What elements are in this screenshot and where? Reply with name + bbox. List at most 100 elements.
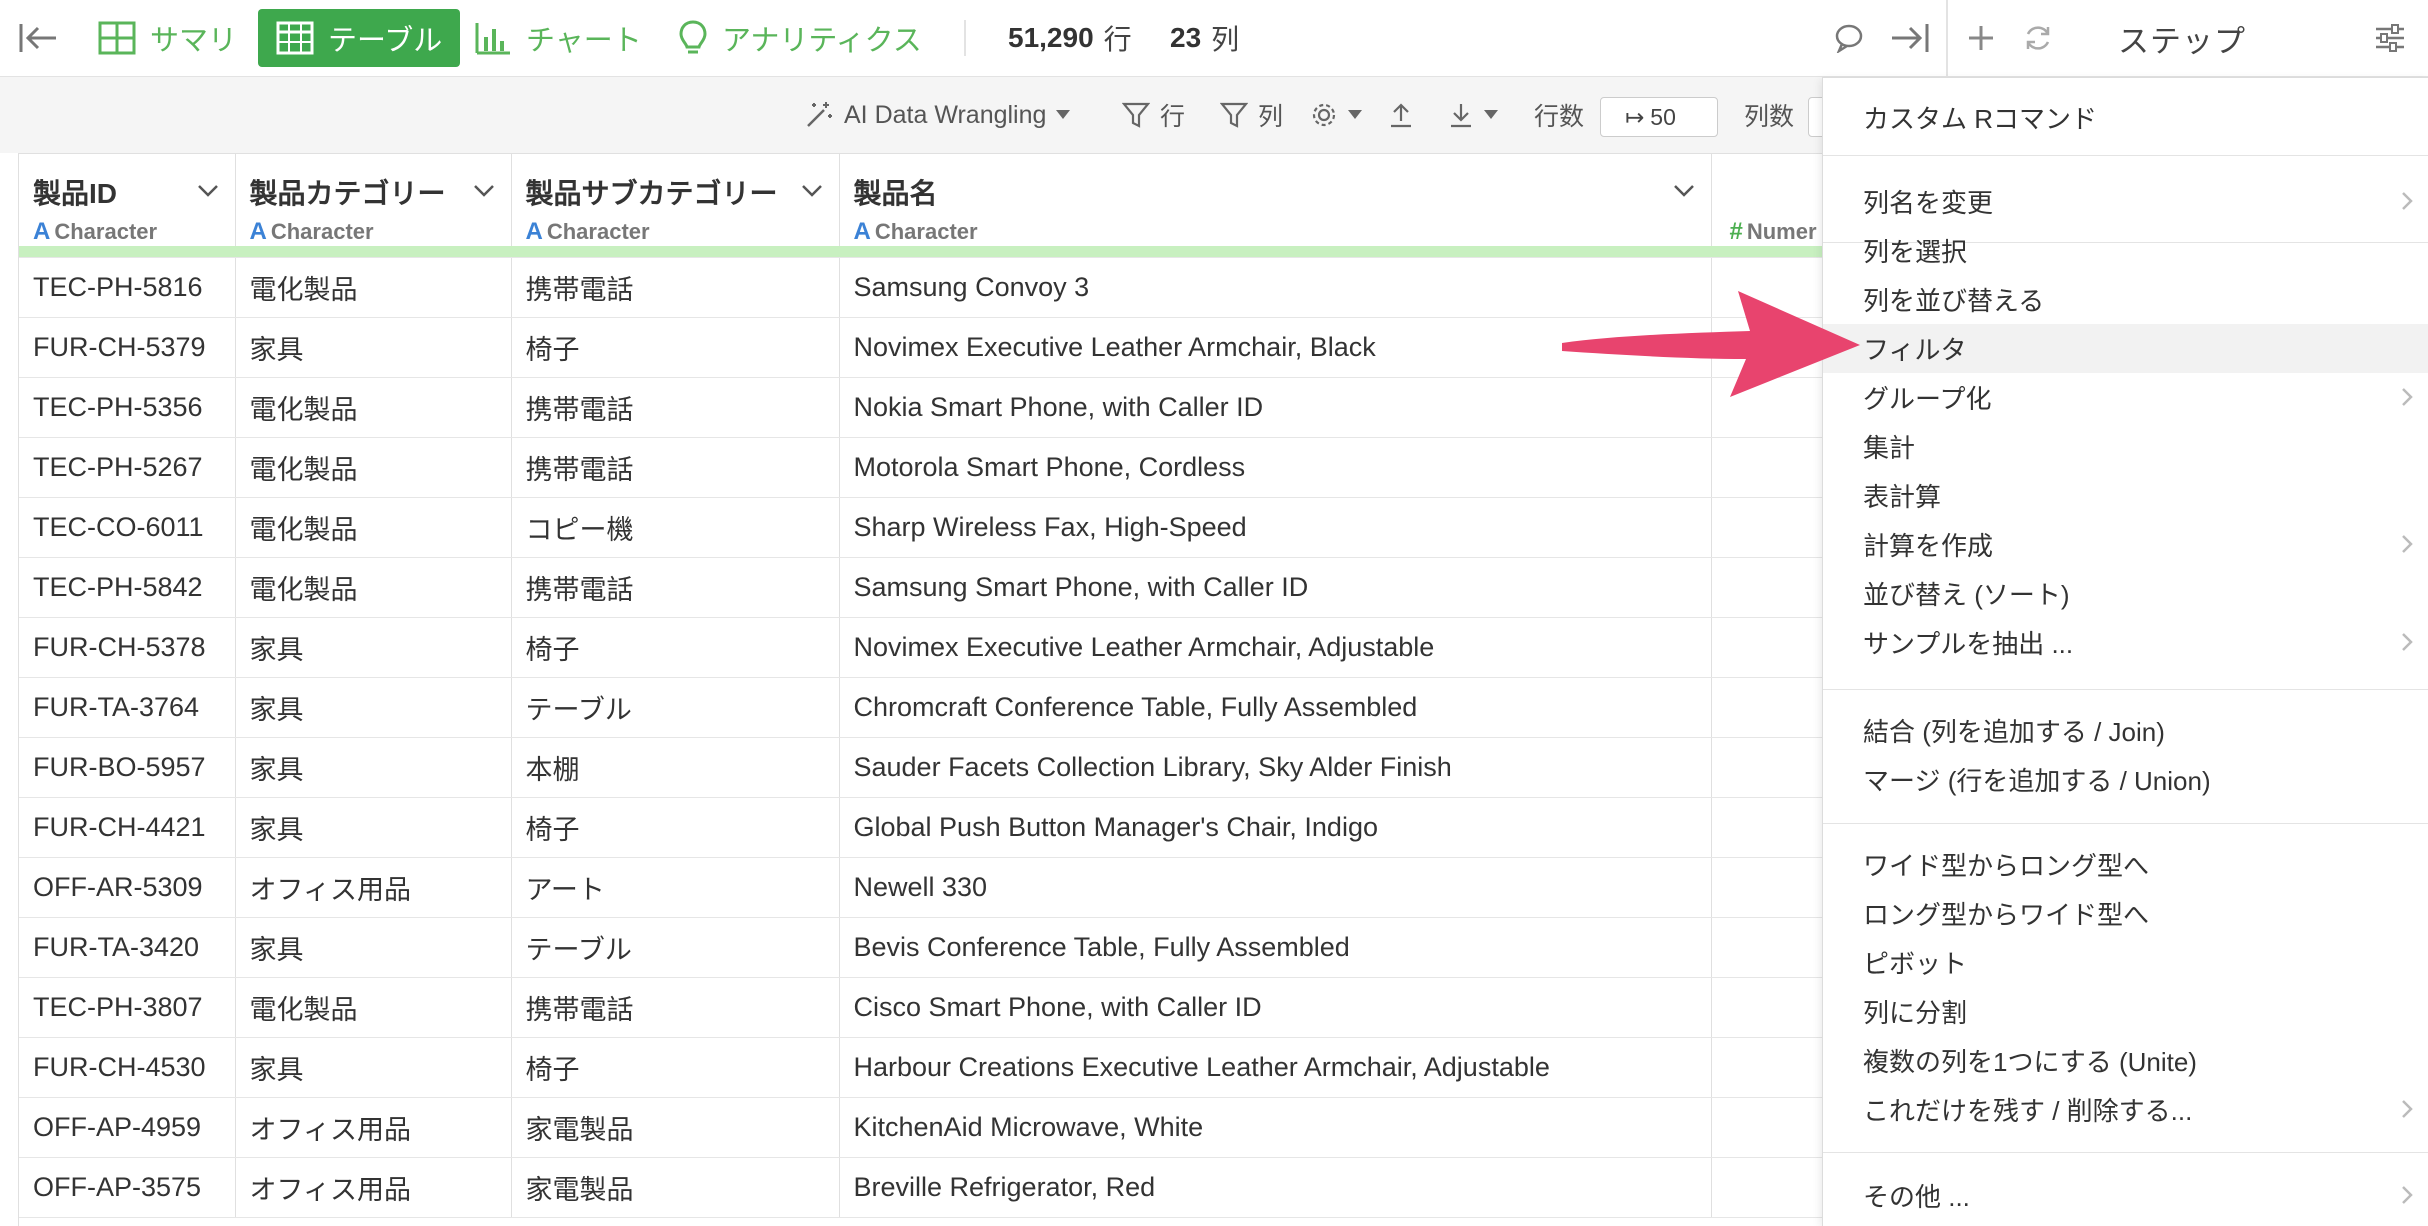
table-cell[interactable]: 家具	[235, 677, 512, 738]
table-cell[interactable]: 48	[1711, 797, 1823, 858]
table-cell[interactable]: コピー機	[511, 497, 840, 558]
table-cell[interactable]: TEC-PH-5356	[19, 377, 236, 438]
table-row[interactable]: TEC-PH-5356 電化製品 携帯電話 Nokia Smart Phone, wi…	[19, 377, 1823, 438]
menu-item[interactable]: サンプルを抽出 ...	[1823, 618, 2428, 667]
menu-item[interactable]: マージ (行を追加する / Union)	[1823, 755, 2428, 804]
table-cell[interactable]: 携帯電話	[511, 977, 840, 1038]
menu-item[interactable]: 列を選択	[1823, 226, 2428, 275]
table-cell[interactable]: 家具	[235, 1037, 512, 1098]
tab-summary[interactable]: サマリ	[80, 0, 255, 76]
table-cell[interactable]: 3,70	[1711, 1097, 1823, 1158]
collapse-right-button[interactable]	[1890, 0, 1930, 76]
table-cell[interactable]: 家具	[235, 917, 512, 978]
table-cell[interactable]: 1,82	[1711, 617, 1823, 678]
table-cell[interactable]: 携帯電話	[511, 557, 840, 618]
table-cell[interactable]: 2,2	[1711, 1037, 1823, 1098]
table-cell[interactable]: 電化製品	[235, 377, 512, 438]
table-row[interactable]: OFF-AP-3575 オフィス用品 家電製品 Breville Refrigerat…	[19, 1157, 1823, 1218]
table-row[interactable]: FUR-CH-5378 家具 椅子 Novimex Executive Leather…	[19, 617, 1823, 678]
upload-button[interactable]	[1388, 77, 1414, 153]
table-cell[interactable]: 椅子	[511, 317, 840, 378]
table-cell[interactable]: TEC-PH-5267	[19, 437, 236, 498]
table-cell[interactable]: FUR-CH-5379	[19, 317, 236, 378]
steps-settings-button[interactable]	[2374, 0, 2406, 76]
table-row[interactable]: OFF-AR-5309オフィス用品アートNewell 3301	[19, 857, 1823, 918]
table-cell[interactable]: FUR-CH-5378	[19, 617, 236, 678]
tab-analytics[interactable]: アナリティクス	[660, 0, 940, 76]
table-cell[interactable]: OFF-AR-5309	[19, 857, 236, 918]
table-row[interactable]: FUR-TA-3420 家具 テーブル Bevis Conference Table,…	[19, 917, 1823, 978]
table-row[interactable]: TEC-PH-5267 電化製品 携帯電話 Motorola Smart Phone,…	[19, 437, 1823, 498]
table-cell[interactable]: Breville Refrigerator, Red	[839, 1157, 1712, 1218]
table-cell[interactable]: 家電製品	[511, 1157, 840, 1218]
table-row[interactable]: TEC-PH-3807 電化製品 携帯電話 Cisco Smart Phone, wi…	[19, 977, 1823, 1038]
table-cell[interactable]: オフィス用品	[235, 1097, 512, 1158]
table-cell[interactable]: FUR-TA-3764	[19, 677, 236, 738]
table-cell[interactable]: FUR-CH-4530	[19, 1037, 236, 1098]
chevron-down-icon[interactable]	[473, 184, 495, 198]
table-cell[interactable]: TEC-PH-5842	[19, 557, 236, 618]
tab-table[interactable]: テーブル	[258, 9, 461, 67]
table-cell[interactable]: 携帯電話	[511, 437, 840, 498]
table-cell[interactable]: 電化製品	[235, 557, 512, 618]
filter-columns-button[interactable]: 列	[1220, 77, 1283, 153]
table-cell[interactable]: 家電製品	[511, 1097, 840, 1158]
download-dropdown-button[interactable]	[1448, 77, 1498, 153]
table-cell[interactable]: 34	[1711, 737, 1823, 798]
table-cell[interactable]: KitchenAid Microwave, White	[839, 1097, 1712, 1158]
table-cell[interactable]: Chromcraft Conference Table, Fully Assem…	[839, 677, 1712, 738]
menu-item[interactable]: ロング型からワイド型へ	[1823, 889, 2428, 938]
table-cell[interactable]: テーブル	[511, 677, 840, 738]
table-cell[interactable]: 家具	[235, 617, 512, 678]
rowcount-input[interactable]: ↦ 50	[1600, 97, 1718, 137]
table-row[interactable]: FUR-CH-4421 家具 椅子 Global Push Button Manage…	[19, 797, 1823, 858]
collapse-left-button[interactable]	[16, 0, 60, 76]
table-cell[interactable]: 家具	[235, 317, 512, 378]
chevron-down-icon[interactable]	[801, 184, 823, 198]
column-header[interactable]: 製品ID A Character	[19, 153, 236, 246]
table-cell[interactable]: FUR-BO-5957	[19, 737, 236, 798]
menu-item[interactable]: 複数の列を1つにする (Unite)	[1823, 1036, 2428, 1085]
chevron-down-icon[interactable]	[1673, 184, 1695, 198]
menu-item[interactable]: 列を並び替える	[1823, 275, 2428, 324]
table-cell[interactable]: テーブル	[511, 917, 840, 978]
menu-item[interactable]: 並び替え (ソート)	[1823, 569, 2428, 618]
table-cell[interactable]: Cisco Smart Phone, with Caller ID	[839, 977, 1712, 1038]
table-cell[interactable]: Harbour Creations Executive Leather Armc…	[839, 1037, 1712, 1098]
table-cell[interactable]: OFF-AP-3575	[19, 1157, 236, 1218]
table-row[interactable]: TEC-PH-5842 電化製品 携帯電話 Samsung Smart Phone, …	[19, 557, 1823, 618]
table-cell[interactable]: Bevis Conference Table, Fully Assembled	[839, 917, 1712, 978]
table-cell[interactable]: FUR-TA-3420	[19, 917, 236, 978]
table-row[interactable]: OFF-AP-4959 オフィス用品 家電製品 KitchenAid Microwav…	[19, 1097, 1823, 1158]
menu-item[interactable]: 結合 (列を追加する / Join)	[1823, 706, 2428, 755]
add-step-button[interactable]	[1966, 0, 1996, 76]
table-cell[interactable]: Sharp Wireless Fax, High-Speed	[839, 497, 1712, 558]
table-row[interactable]: FUR-BO-5957 家具 本棚 Sauder Facets Collection …	[19, 737, 1823, 798]
table-cell[interactable]: 電化製品	[235, 437, 512, 498]
table-cell[interactable]: 家具	[235, 797, 512, 858]
table-cell[interactable]: 1,869	[1711, 1157, 1823, 1218]
table-row[interactable]: TEC-PH-5816電化製品携帯電話Samsung Convoy 322	[19, 257, 1823, 318]
table-cell[interactable]: FUR-CH-4421	[19, 797, 236, 858]
table-cell[interactable]: Motorola Smart Phone, Cordless	[839, 437, 1712, 498]
ai-data-wrangling-button[interactable]: AI Data Wrangling	[804, 77, 1071, 153]
table-cell[interactable]: 2,862	[1711, 557, 1823, 618]
menu-item[interactable]: これだけを残す / 削除する...	[1823, 1085, 2428, 1134]
table-cell[interactable]: 2,83	[1711, 497, 1823, 558]
table-cell[interactable]: 4,62	[1711, 917, 1823, 978]
column-header[interactable]: 製品サブカテゴリー A Character	[511, 153, 840, 246]
table-cell[interactable]: 携帯電話	[511, 257, 840, 318]
table-cell[interactable]: Samsung Smart Phone, with Caller ID	[839, 557, 1712, 618]
menu-item[interactable]: ワイド型からロング型へ	[1823, 840, 2428, 889]
table-row[interactable]: FUR-CH-4530 家具 椅子 Harbour Creations Executi…	[19, 1037, 1823, 1098]
table-cell[interactable]: アート	[511, 857, 840, 918]
table-cell[interactable]: 1	[1711, 857, 1823, 918]
table-row[interactable]: FUR-TA-3764 家具 テーブル Chromcraft Conference T…	[19, 677, 1823, 738]
column-header[interactable]: 製品カテゴリー A Character	[235, 153, 512, 246]
table-cell[interactable]: オフィス用品	[235, 1157, 512, 1218]
comment-button[interactable]	[1834, 0, 1864, 76]
column-header[interactable]: 製品名 A Character	[839, 153, 1712, 246]
table-cell[interactable]: 椅子	[511, 617, 840, 678]
chevron-down-icon[interactable]	[197, 184, 219, 198]
settings-dropdown-button[interactable]	[1310, 77, 1362, 153]
